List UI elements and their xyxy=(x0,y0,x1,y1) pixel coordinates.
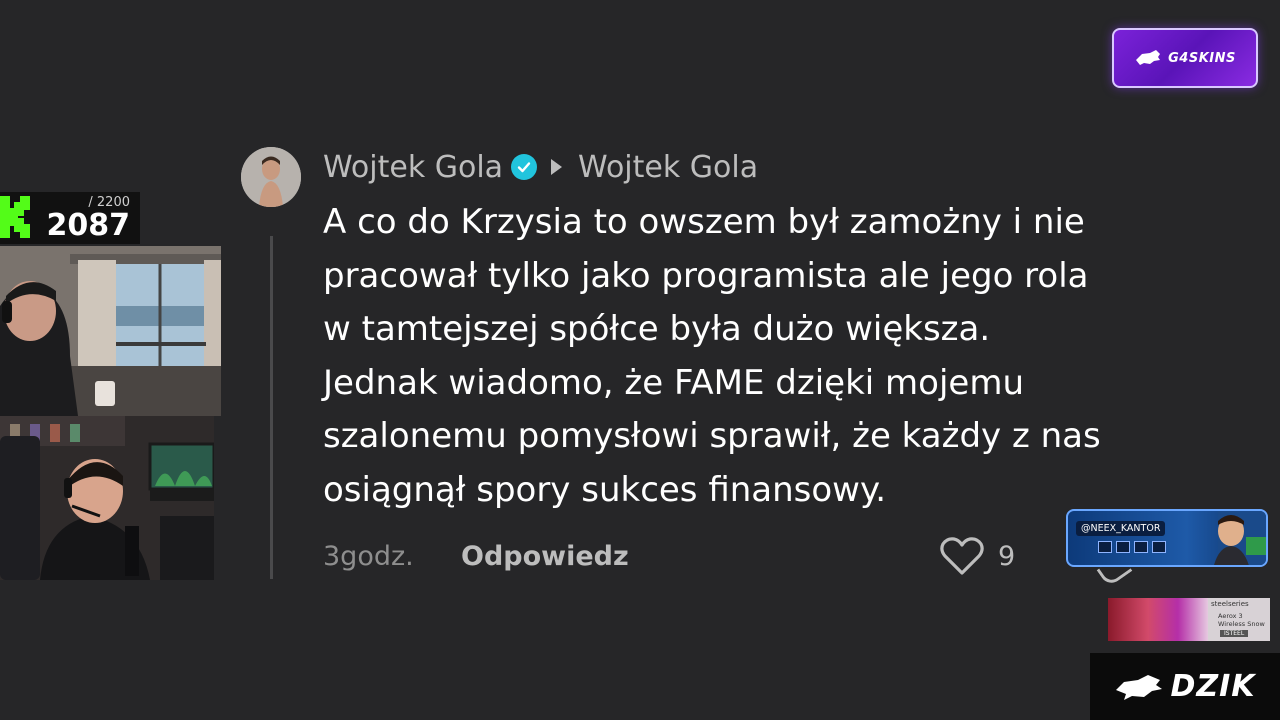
comment-meta: 3godz. Odpowiedz xyxy=(323,536,629,576)
heart-icon[interactable] xyxy=(940,536,984,576)
avatar-photo xyxy=(241,147,301,207)
reply-to-name[interactable]: Wojtek Gola xyxy=(578,150,758,185)
sponsor-label: G4SKINS xyxy=(1168,50,1236,66)
verified-badge-icon xyxy=(511,154,538,180)
counter-value: 2087 xyxy=(46,208,131,243)
ad-brand: steelseries xyxy=(1211,600,1249,608)
dzik-sponsor-logo: DZIK xyxy=(1090,653,1280,720)
webcam-feed-bottom xyxy=(0,416,214,580)
comment-text: A co do Krzysia to owszem był zamożny i … xyxy=(323,202,1101,510)
ad-product-name: Aerox 3 Wireless Snow xyxy=(1218,612,1265,628)
reply-arrow-icon xyxy=(551,159,563,175)
dzik-label: DZIK xyxy=(1170,669,1256,704)
reply-button[interactable]: Odpowiedz xyxy=(461,541,629,572)
kick-logo-icon xyxy=(0,196,30,238)
boar-icon xyxy=(1116,674,1163,700)
avatar[interactable] xyxy=(241,147,301,207)
webcam-scene xyxy=(0,246,221,416)
like-control[interactable]: 9 xyxy=(940,536,1015,576)
social-icons xyxy=(1098,541,1166,553)
webcam-feed-top xyxy=(0,246,221,416)
stream-counter: / 2200 2087 xyxy=(0,192,140,244)
ad-code: ISTEEL xyxy=(1220,630,1249,637)
streamer-info-card: @NEEX_KANTOR xyxy=(1066,509,1268,567)
ad-product-image xyxy=(1108,598,1208,641)
g4skins-sponsor-badge: G4SKINS xyxy=(1112,28,1258,88)
thread-line xyxy=(270,236,273,579)
author-name[interactable]: Wojtek Gola xyxy=(323,150,503,185)
instagram-handle: @NEEX_KANTOR xyxy=(1076,521,1166,536)
card-background xyxy=(1214,511,1266,565)
webcam-scene xyxy=(0,416,214,580)
boar-logo-icon xyxy=(1136,50,1161,65)
steelseries-ad-banner: steelseries Aerox 3 Wireless Snow ISTEEL xyxy=(1108,598,1270,641)
comment-timestamp: 3godz. xyxy=(323,540,414,572)
comment-author-row: Wojtek Gola Wojtek Gola xyxy=(323,147,758,187)
like-count: 9 xyxy=(998,540,1016,572)
